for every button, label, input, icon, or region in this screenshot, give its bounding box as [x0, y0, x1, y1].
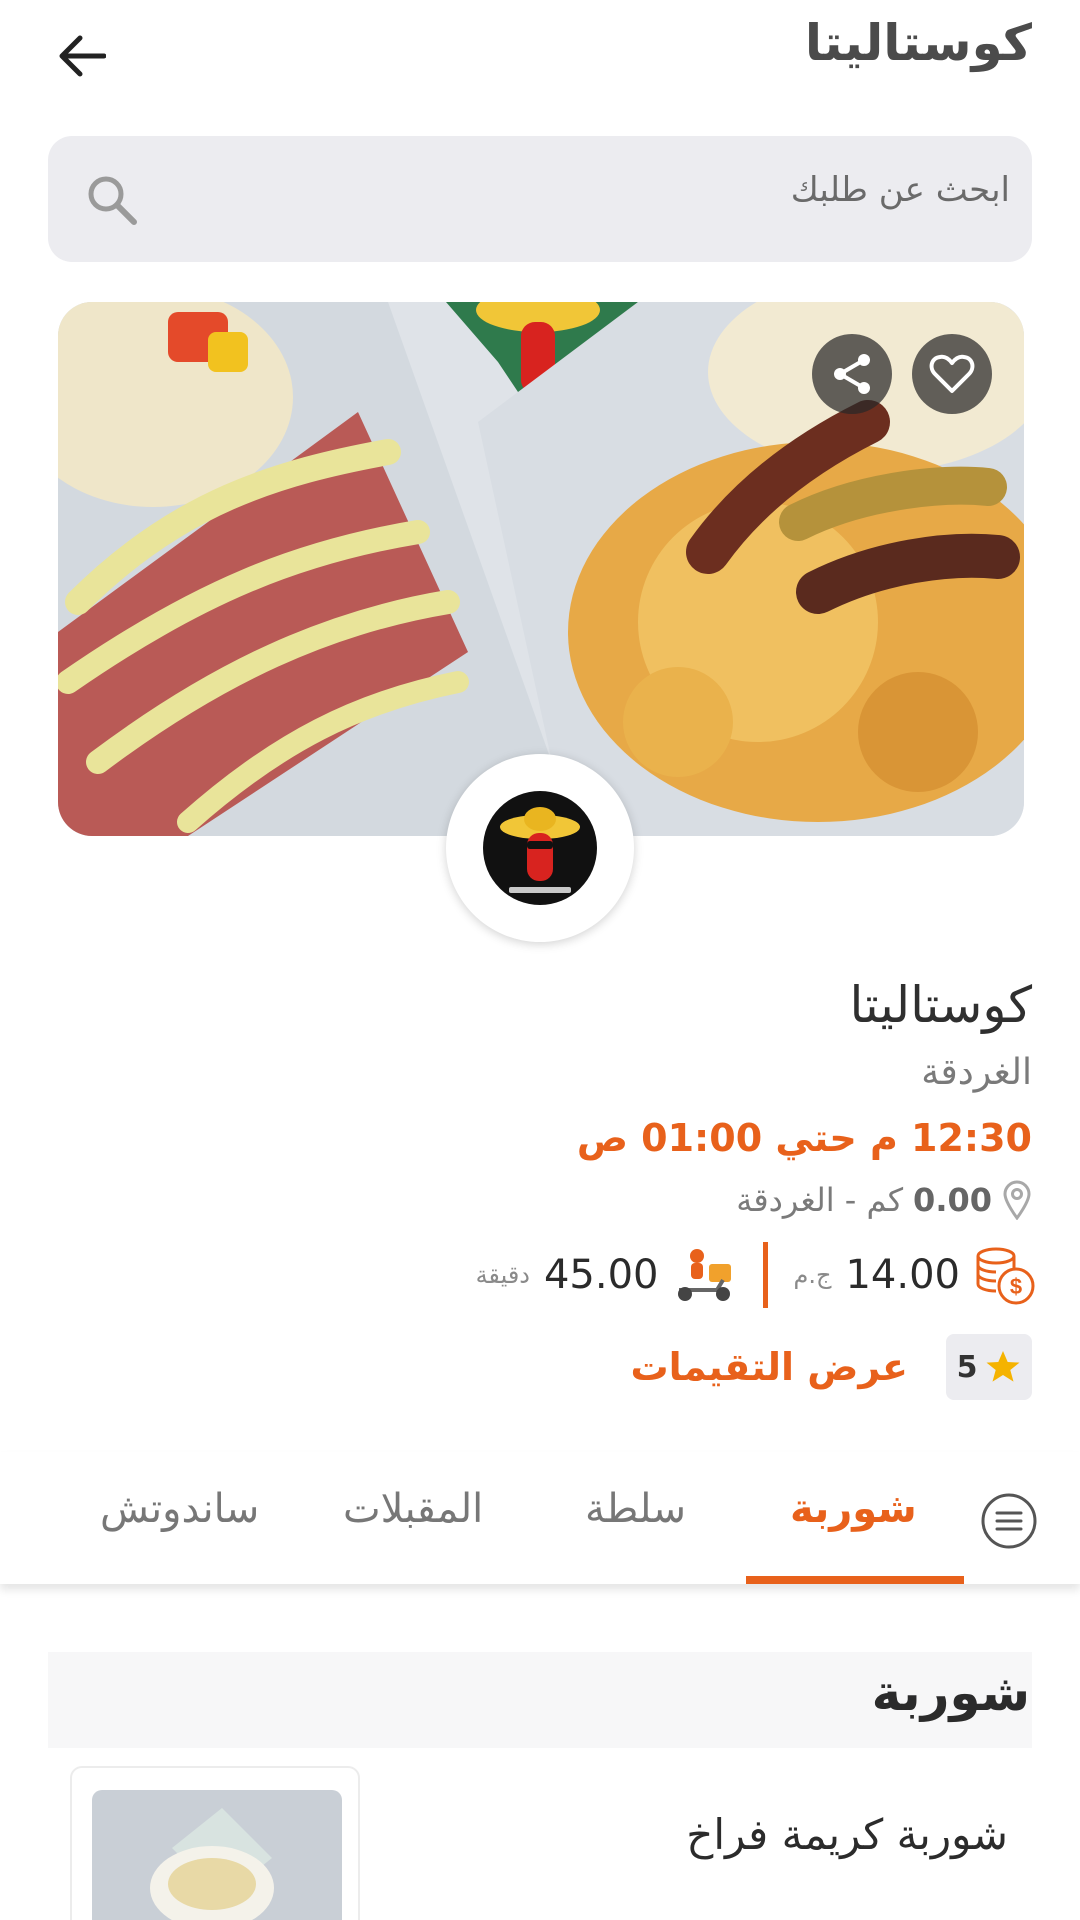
distance-row: 0.00 كم - الغردقة	[736, 1180, 1032, 1220]
rating-value: 5	[956, 1349, 978, 1385]
share-button[interactable]	[812, 334, 892, 414]
page-title: كوستاليتا	[804, 14, 1032, 72]
section-title: شوربة	[871, 1664, 1030, 1722]
menu-list-icon[interactable]	[980, 1492, 1038, 1550]
arrow-left-icon	[59, 35, 106, 77]
restaurant-city: الغردقة	[921, 1052, 1032, 1093]
active-tab-indicator	[746, 1576, 964, 1584]
share-icon	[834, 354, 870, 394]
tab-salad[interactable]: سلطة	[585, 1486, 686, 1532]
time-unit-label: دقيقة	[475, 1261, 530, 1289]
search-icon[interactable]	[84, 172, 140, 228]
rating-row: 5 عرض التقيمات	[630, 1334, 1032, 1400]
top-bar: كوستاليتا	[0, 0, 1080, 110]
delivery-info: $ 14.00 ج.م 45.00 دقيقة	[476, 1240, 1036, 1310]
category-tabs: شوربة سلطة المقبلات ساندوتش	[0, 1452, 1080, 1584]
restaurant-logo	[446, 754, 634, 942]
tab-sandwich[interactable]: ساندوتش	[100, 1486, 259, 1532]
delivery-scooter-icon	[677, 1249, 731, 1301]
view-reviews-link[interactable]: عرض التقيمات	[630, 1345, 908, 1389]
chili-mascot-logo-icon	[483, 791, 597, 905]
heart-icon	[929, 354, 975, 393]
fee-divider	[762, 1242, 768, 1308]
distance-value: 0.00	[913, 1181, 992, 1219]
tab-appetizers[interactable]: المقبلات	[343, 1486, 483, 1532]
distance-text: كم - الغردقة	[736, 1181, 904, 1219]
svg-text:$: $	[1010, 1274, 1022, 1299]
search-input[interactable]: ابحث عن طلبك	[48, 136, 1032, 262]
delivery-time-value: 45.00	[543, 1252, 659, 1298]
delivery-fee-value: 14.00	[845, 1252, 960, 1298]
favorite-button[interactable]	[912, 334, 992, 414]
restaurant-name: كوستاليتا	[849, 976, 1033, 1034]
menu-item-image[interactable]	[70, 1766, 360, 1920]
coins-icon: $	[976, 1247, 1035, 1305]
opening-hours: 12:30 م حتي 01:00 ص	[576, 1116, 1032, 1160]
location-pin-icon	[1003, 1180, 1031, 1220]
rating-badge: 5	[946, 1334, 1032, 1400]
menu-item-name[interactable]: شوربة كريمة فراخ	[686, 1810, 1008, 1859]
star-icon	[986, 1351, 1020, 1382]
section-header: شوربة	[48, 1652, 1032, 1748]
back-button[interactable]	[50, 24, 114, 88]
currency-label: ج.م	[793, 1261, 832, 1289]
search-placeholder: ابحث عن طلبك	[790, 170, 1010, 210]
tab-soup[interactable]: شوربة	[790, 1486, 917, 1532]
